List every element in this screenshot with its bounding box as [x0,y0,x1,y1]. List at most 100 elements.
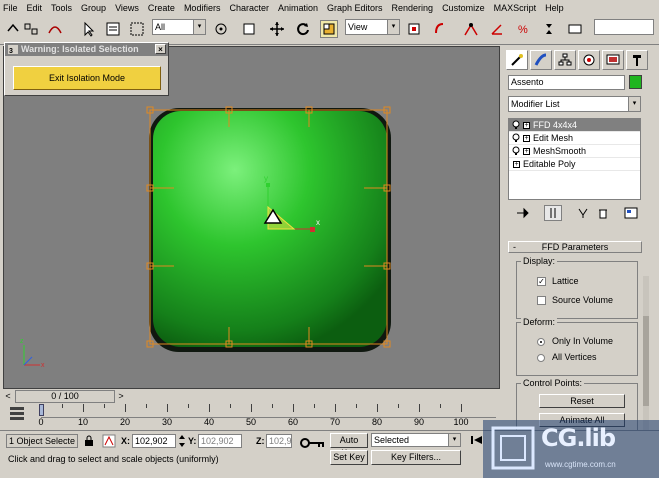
close-icon[interactable]: × [155,44,166,54]
source-volume-checkbox[interactable] [537,296,546,305]
watermark-url: www.cgtime.com.cn [545,460,616,469]
only-in-volume-radio[interactable] [537,338,545,346]
object-name-field[interactable]: Assento [508,75,625,90]
set-key-button[interactable]: Set Key [330,450,368,465]
menu-edit[interactable]: Edit [27,3,43,13]
x-coord-field[interactable]: 102,902 [132,434,176,448]
menu-maxscript[interactable]: MAXScript [494,3,537,13]
move-icon[interactable] [268,20,286,38]
configure-sets-icon[interactable] [622,205,640,221]
select-region-icon[interactable] [212,20,230,38]
pin-stack-icon[interactable] [514,205,532,221]
y-coord-field[interactable]: 102,902 [198,434,242,448]
time-slider[interactable]: < 0 / 100 > [3,390,126,403]
prev-frame-button[interactable]: < [3,390,13,403]
menu-help[interactable]: Help [545,3,564,13]
select-object-icon[interactable] [80,20,98,38]
key-icon[interactable] [300,437,326,449]
pivot-center-icon[interactable] [405,20,423,38]
remove-modifier-icon[interactable] [594,205,612,221]
track-bar[interactable]: 0 10 20 30 40 50 60 70 80 90 100 [3,404,500,430]
time-cursor[interactable] [39,404,44,416]
menu-tools[interactable]: Tools [51,3,72,13]
utilities-tab-icon[interactable] [626,50,648,70]
exit-isolation-button[interactable]: Exit Isolation Mode [13,66,161,90]
menu-rendering[interactable]: Rendering [392,3,434,13]
object-color-swatch[interactable] [629,75,642,89]
hierarchy-tab-icon[interactable] [554,50,576,70]
select-link-icon[interactable] [22,20,40,38]
expand-icon[interactable]: + [513,161,520,168]
display-tab-icon[interactable] [602,50,624,70]
snaps-toggle-icon[interactable] [462,20,480,38]
lightbulb-icon[interactable] [512,146,520,156]
menu-animation[interactable]: Animation [278,3,318,13]
stack-item-edit-mesh[interactable]: + Edit Mesh [509,132,640,145]
percent-snap-icon[interactable]: % [514,20,532,38]
selection-filter-dropdown[interactable]: All ▾ [152,19,206,35]
scrollbar-thumb[interactable] [643,316,649,406]
timeline-tick [314,404,315,408]
modify-tab-icon[interactable] [530,50,552,70]
select-by-name-icon[interactable] [104,20,122,38]
expand-icon[interactable]: + [523,148,530,155]
stack-item-editable-poly[interactable]: + Editable Poly [509,158,640,171]
menu-modifiers[interactable]: Modifiers [184,3,221,13]
chevron-down-icon: ▾ [448,434,460,446]
go-to-start-icon[interactable] [470,434,484,446]
next-frame-button[interactable]: > [116,390,126,403]
menu-character[interactable]: Character [229,3,269,13]
ffd-parameters-rollout: - FFD Parameters Display: ✓ Lattice Sourc… [506,241,646,431]
panel-scrollbar[interactable] [643,276,649,436]
rect-selection-icon[interactable] [128,20,146,38]
menu-customize[interactable]: Customize [442,3,485,13]
motion-tab-icon[interactable] [578,50,600,70]
absolute-mode-icon[interactable] [102,434,116,448]
timeline-tick-label: 80 [372,417,383,427]
open-mini-curve-editor-icon[interactable] [9,406,25,422]
auto-key-button[interactable]: Auto Key [330,433,368,458]
reset-button[interactable]: Reset [539,394,625,408]
chevron-down-icon: ▾ [628,97,640,111]
named-selection-field[interactable] [594,19,654,35]
key-filters-button[interactable]: Key Filters... [371,450,461,465]
ref-coord-value: View [348,22,368,32]
bind-space-warp-icon[interactable] [46,20,64,38]
select-manipulate-icon[interactable] [432,20,450,38]
stack-item-meshsmooth[interactable]: + MeshSmooth [509,145,640,158]
lock-icon[interactable] [84,435,94,447]
perspective-viewport[interactable]: x y z x [3,46,500,389]
lightbulb-icon[interactable] [512,133,520,143]
make-unique-icon[interactable] [574,205,592,221]
menu-graph-editors[interactable]: Graph Editors [327,3,383,13]
menu-group[interactable]: Group [81,3,106,13]
rollout-header[interactable]: - FFD Parameters [508,241,642,253]
ref-coord-dropdown[interactable]: View ▾ [345,19,400,35]
x-spinner-icon[interactable] [178,434,186,448]
z-coord-label: Z: [256,436,265,446]
dialog-title-bar[interactable]: 3 Warning: Isolated Selection × [5,43,168,56]
expand-icon[interactable]: + [523,122,530,129]
expand-icon[interactable]: + [523,135,530,142]
menu-create[interactable]: Create [148,3,175,13]
lightbulb-icon[interactable] [512,120,520,130]
create-tab-icon[interactable] [506,50,528,70]
named-selection-icon[interactable] [566,20,584,38]
menu-views[interactable]: Views [115,3,139,13]
modifier-list-dropdown[interactable]: Modifier List ▾ [508,96,641,112]
key-mode-dropdown[interactable]: Selected ▾ [371,433,461,447]
stack-item-ffd[interactable]: + FFD 4x4x4 [509,119,640,132]
menu-file[interactable]: File [3,3,18,13]
lattice-checkbox[interactable]: ✓ [537,277,546,286]
window-crossing-icon[interactable] [240,20,258,38]
time-slider-value[interactable]: 0 / 100 [15,390,115,403]
all-vertices-radio[interactable] [537,354,545,362]
spinner-snap-icon[interactable] [540,20,558,38]
undo-icon[interactable] [4,20,22,38]
show-end-result-icon[interactable] [544,205,562,221]
rotate-icon[interactable] [294,20,312,38]
angle-snap-icon[interactable] [488,20,506,38]
timeline-tick [125,404,126,412]
scale-icon[interactable] [320,20,338,38]
z-coord-field[interactable]: 102,90 [266,434,292,448]
